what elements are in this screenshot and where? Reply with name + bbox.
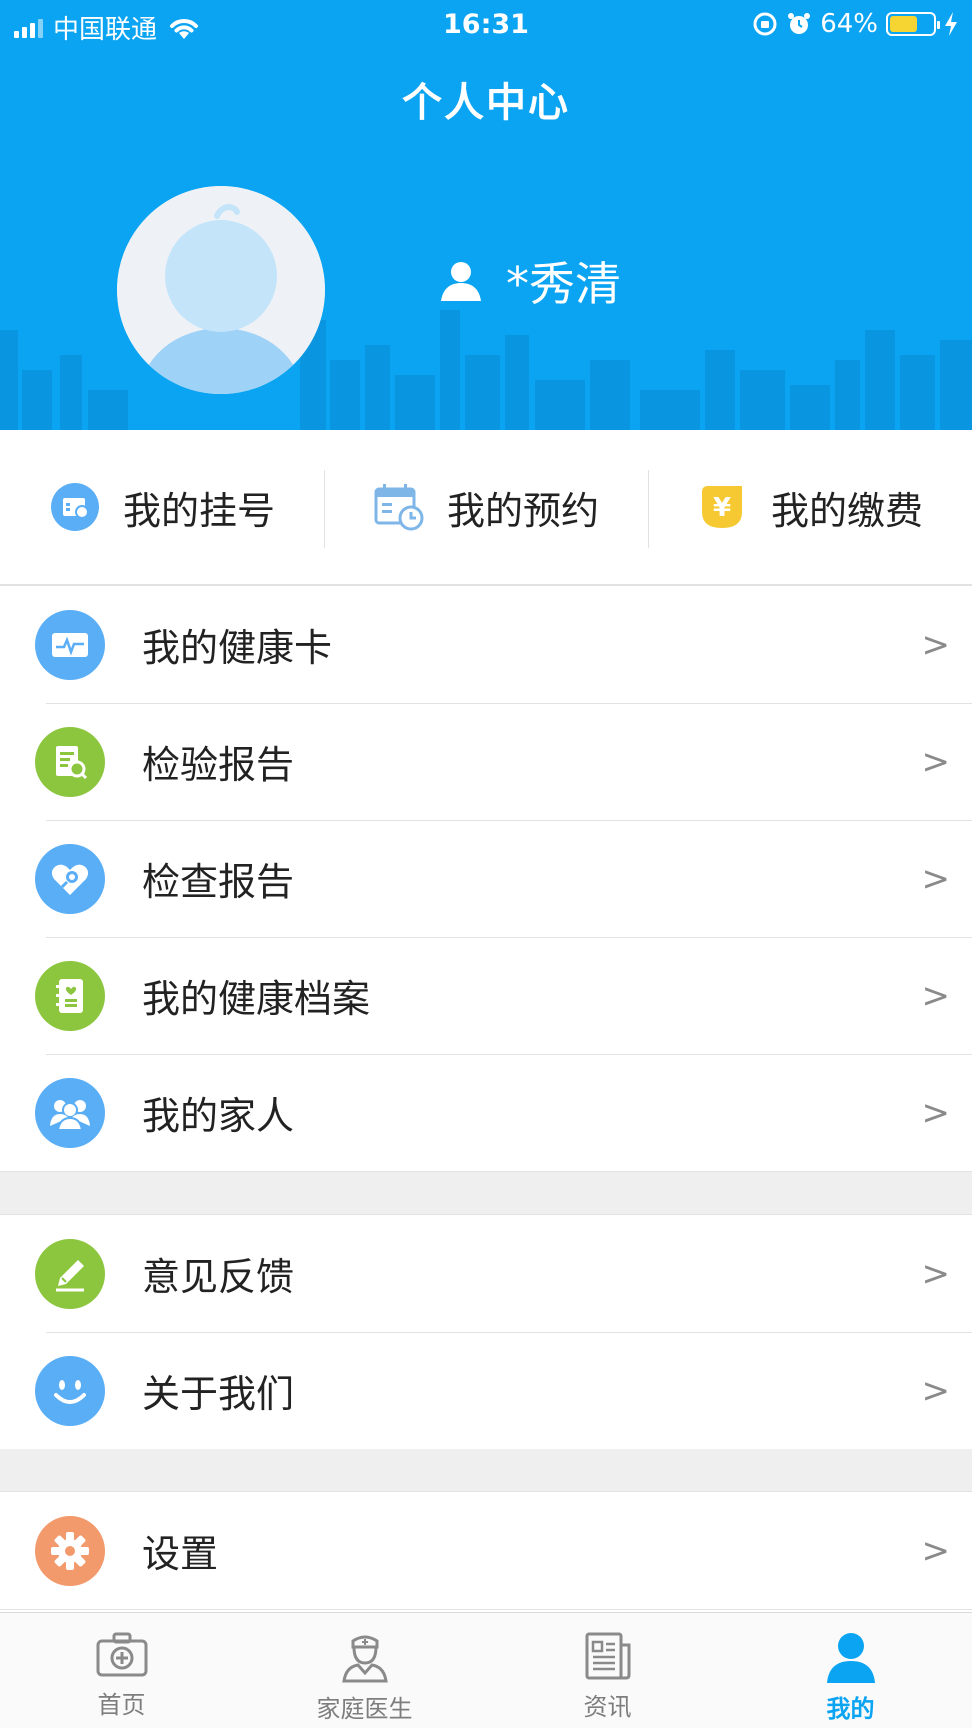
tab-label: 首页 (97, 1691, 146, 1719)
menu-item-settings[interactable]: 设置 > (0, 1492, 972, 1609)
username: *秀清 (506, 257, 621, 311)
section-divider (0, 1172, 972, 1215)
menu-group-health: 我的健康卡 > 检验报告 > 检查报告 > 我的健康档案 > 我的家人 > (0, 585, 972, 1172)
tab-label: 我的 (826, 1695, 875, 1723)
chevron-right-icon: > (921, 741, 951, 782)
person-icon (826, 1633, 875, 1683)
battery-icon (886, 12, 940, 36)
chevron-right-icon: > (921, 1530, 951, 1571)
quick-actions: 我的挂号 我的预约 ¥ 我的缴费 (0, 430, 972, 585)
tab-home[interactable]: 首页 (0, 1613, 243, 1728)
smile-icon (35, 1356, 105, 1426)
quick-action-label: 我的预约 (446, 488, 599, 533)
chevron-right-icon: > (921, 858, 951, 899)
chevron-right-icon: > (921, 1092, 951, 1133)
section-divider (0, 1449, 972, 1492)
pencil-icon (35, 1239, 105, 1309)
gear-icon (35, 1516, 105, 1586)
menu-item-label: 意见反馈 (142, 1255, 295, 1299)
calendar-clock-icon (373, 481, 425, 533)
bottom-tab-bar: 首页 家庭医生 资讯 我的 (0, 1612, 972, 1728)
menu-item-about-us[interactable]: 关于我们 > (0, 1332, 972, 1449)
battery-percent: 64% (820, 9, 878, 39)
menu-item-label: 检查报告 (142, 860, 295, 904)
menu-item-label: 我的健康卡 (142, 626, 333, 670)
medical-kit-icon (96, 1632, 147, 1677)
profile-header: 中国联通 16:31 64% 个人中心 *秀清 (0, 0, 972, 430)
menu-item-feedback[interactable]: 意见反馈 > (0, 1215, 972, 1332)
battery-fill (890, 16, 917, 32)
status-right: 64% (752, 9, 958, 39)
charging-icon (945, 12, 957, 36)
health-record-icon (35, 961, 105, 1031)
doctor-icon (341, 1635, 388, 1683)
quick-action-payment[interactable]: ¥ 我的缴费 (648, 430, 972, 584)
chevron-right-icon: > (921, 1253, 951, 1294)
page-title: 个人中心 (402, 80, 570, 126)
tab-family-doctor[interactable]: 家庭医生 (243, 1613, 486, 1728)
menu-group-about: 意见反馈 > 关于我们 > (0, 1214, 972, 1450)
menu-item-label: 我的健康档案 (142, 977, 371, 1021)
username-row: *秀清 (440, 248, 621, 314)
menu-item-label: 检验报告 (142, 743, 295, 787)
yuan-payment-icon: ¥ (697, 481, 749, 533)
user-icon (441, 262, 481, 301)
menu-item-label: 关于我们 (142, 1372, 295, 1416)
registration-icon (49, 481, 101, 533)
chevron-right-icon: > (921, 624, 951, 665)
news-icon (585, 1632, 630, 1680)
menu-item-family[interactable]: 我的家人 > (0, 1054, 972, 1171)
svg-text:¥: ¥ (713, 493, 731, 523)
orientation-lock-icon (753, 12, 777, 36)
quick-action-appointment[interactable]: 我的预约 (324, 430, 648, 584)
menu-group-settings: 设置 > (0, 1491, 972, 1610)
quick-action-registration[interactable]: 我的挂号 (0, 430, 324, 584)
chevron-right-icon: > (921, 975, 951, 1016)
lab-report-icon (35, 727, 105, 797)
heart-search-icon (35, 844, 105, 914)
menu-item-label: 设置 (142, 1532, 219, 1576)
avatar[interactable] (117, 186, 325, 394)
tab-label: 资讯 (583, 1693, 632, 1721)
quick-action-label: 我的挂号 (122, 488, 275, 533)
menu-item-lab-report[interactable]: 检验报告 > (0, 703, 972, 820)
tab-mine[interactable]: 我的 (729, 1613, 972, 1728)
menu-item-health-card[interactable]: 我的健康卡 > (0, 586, 972, 703)
menu-item-health-record[interactable]: 我的健康档案 > (0, 937, 972, 1054)
tab-label: 家庭医生 (316, 1695, 413, 1723)
default-avatar-icon (117, 186, 325, 394)
alarm-icon (788, 13, 811, 34)
menu-item-exam-report[interactable]: 检查报告 > (0, 820, 972, 937)
chevron-right-icon: > (921, 1370, 951, 1411)
tab-news[interactable]: 资讯 (486, 1613, 729, 1728)
status-bar: 中国联通 16:31 64% (0, 0, 972, 50)
family-icon (35, 1078, 105, 1148)
quick-action-label: 我的缴费 (770, 488, 923, 533)
health-card-icon (35, 610, 105, 680)
menu-item-label: 我的家人 (142, 1094, 295, 1138)
